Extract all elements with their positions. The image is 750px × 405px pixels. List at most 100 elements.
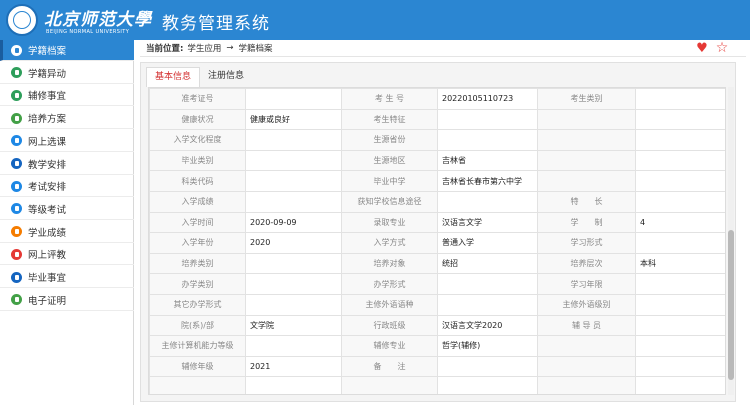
- sidebar-item-11[interactable]: 电子证明: [0, 290, 134, 311]
- sidebar-item-label: 考试安排: [28, 182, 67, 194]
- field-label: 其它办学形式: [149, 293, 246, 316]
- field-value: 本科: [635, 252, 725, 275]
- breadcrumb-section[interactable]: 学生应用: [187, 42, 221, 54]
- field-label: 录取专业: [341, 211, 438, 234]
- field-value: [635, 376, 725, 394]
- field-label: 辅修专业: [341, 335, 438, 357]
- field-label: 考生类别: [537, 88, 636, 110]
- field-value: [635, 190, 725, 213]
- field-label: 学 制: [537, 211, 636, 234]
- level-exam-icon: [11, 203, 22, 215]
- field-value: [245, 335, 342, 357]
- field-value: [245, 273, 342, 295]
- training-plan-icon: [11, 112, 22, 124]
- field-value: [437, 273, 538, 295]
- field-label: 办学类别: [149, 273, 246, 295]
- field-value: [635, 88, 725, 110]
- sidebar-item-5[interactable]: 教学安排: [0, 154, 134, 175]
- university-logo-subtext: BEIJING NORMAL UNIVERSITY: [46, 29, 130, 35]
- sidebar-item-4[interactable]: 网上选课: [0, 131, 134, 152]
- sidebar-item-label: 电子证明: [28, 295, 67, 307]
- field-value: 健康或良好: [245, 108, 342, 131]
- field-label: [537, 335, 636, 357]
- field-label: 主修外语级别: [537, 293, 636, 316]
- field-label: 主修计算机能力等级: [149, 335, 246, 357]
- graduation-icon: [11, 271, 22, 283]
- exam-schedule-icon: [11, 180, 22, 192]
- field-value: [437, 190, 538, 213]
- field-label: 特 长: [537, 190, 636, 213]
- field-label: 辅修年级: [149, 355, 246, 378]
- sidebar-item-label: 辅修事宜: [28, 91, 67, 103]
- field-value: 4: [635, 211, 725, 234]
- field-label: 培养层次: [537, 252, 636, 275]
- field-value: [245, 149, 342, 172]
- sidebar-item-1[interactable]: 学籍异动: [0, 63, 134, 84]
- sidebar-item-3[interactable]: 培养方案: [0, 108, 134, 130]
- field-value: [437, 293, 538, 316]
- field-value: [245, 129, 342, 151]
- sidebar-item-7[interactable]: 等级考试: [0, 199, 134, 220]
- sidebar-item-10[interactable]: 毕业事宜: [0, 267, 134, 288]
- top-header: 北京师范大學 BEIJING NORMAL UNIVERSITY 教务管理系统: [0, 0, 750, 40]
- star-icon[interactable]: ☆: [714, 41, 730, 56]
- field-value: [635, 273, 725, 295]
- field-label: 备 注: [341, 355, 438, 378]
- table-row: 其它办学形式 主修外语语种 主修外语级别: [149, 293, 725, 316]
- field-value: [245, 170, 342, 192]
- field-value: [635, 149, 725, 172]
- field-label: 准考证号: [149, 88, 246, 110]
- field-value: [437, 108, 538, 131]
- info-tabs: 基本信息 注册信息: [146, 67, 252, 87]
- field-value: 哲学(辅修): [437, 335, 538, 357]
- field-label: [537, 129, 636, 151]
- field-label: [149, 376, 246, 394]
- field-value: 吉林省: [437, 149, 538, 172]
- tab-0[interactable]: 基本信息: [146, 67, 201, 87]
- field-value: [635, 293, 725, 316]
- field-value: 汉语言文学2020: [437, 314, 538, 337]
- field-label: 入学年份: [149, 232, 246, 254]
- field-value: [635, 170, 725, 192]
- field-value: [245, 376, 342, 394]
- tab-1[interactable]: 注册信息: [200, 67, 252, 87]
- field-value: [635, 108, 725, 131]
- sidebar-item-2[interactable]: 辅修事宜: [0, 85, 134, 107]
- sidebar-item-0[interactable]: 学籍档案: [0, 40, 134, 61]
- field-value: [635, 232, 725, 254]
- field-label: 入学时间: [149, 211, 246, 234]
- field-value: [635, 355, 725, 378]
- field-value: 2021: [245, 355, 342, 378]
- sidebar-item-label: 毕业事宜: [28, 273, 67, 284]
- field-label: 入学方式: [341, 232, 438, 254]
- university-logo-text: 北京师范大學: [44, 10, 152, 30]
- field-label: [341, 376, 438, 394]
- table-row: 办学类别 办学形式 学习年限: [149, 273, 725, 295]
- sidebar-item-6[interactable]: 考试安排: [0, 176, 134, 198]
- sidebar-item-8[interactable]: 学业成绩: [0, 222, 134, 243]
- table-row: 培养类别 培养对象 统招 培养层次 本科: [149, 252, 725, 275]
- sidebar-item-label: 学籍异动: [28, 68, 67, 80]
- sidebar-item-label: 学籍档案: [28, 46, 67, 57]
- university-seal-icon: [6, 4, 38, 36]
- table-row: 主修计算机能力等级 辅修专业 哲学(辅修): [149, 335, 725, 357]
- field-value: 汉语言文学: [437, 211, 538, 234]
- scrollbar-thumb[interactable]: [728, 230, 734, 380]
- e-certificate-icon: [11, 294, 22, 306]
- sidebar-item-label: 网上评教: [28, 250, 67, 262]
- sidebar-item-9[interactable]: 网上评教: [0, 244, 134, 266]
- field-value: 统招: [437, 252, 538, 275]
- field-value: 2020: [245, 232, 342, 254]
- field-label: 培养对象: [341, 252, 438, 275]
- field-value: [437, 129, 538, 151]
- course-selection-icon: [11, 135, 22, 147]
- field-label: 院(系)/部: [149, 314, 246, 337]
- status-change-icon: [11, 67, 22, 79]
- field-value: [245, 293, 342, 316]
- field-value: 普通入学: [437, 232, 538, 254]
- heart-icon[interactable]: ♥: [694, 42, 710, 56]
- field-label: 主修外语语种: [341, 293, 438, 316]
- sidebar-item-label: 培养方案: [28, 114, 67, 126]
- sidebar-item-label: 等级考试: [28, 204, 67, 216]
- table-row: 科类代码 毕业中学 吉林省长春市第六中学: [149, 170, 725, 192]
